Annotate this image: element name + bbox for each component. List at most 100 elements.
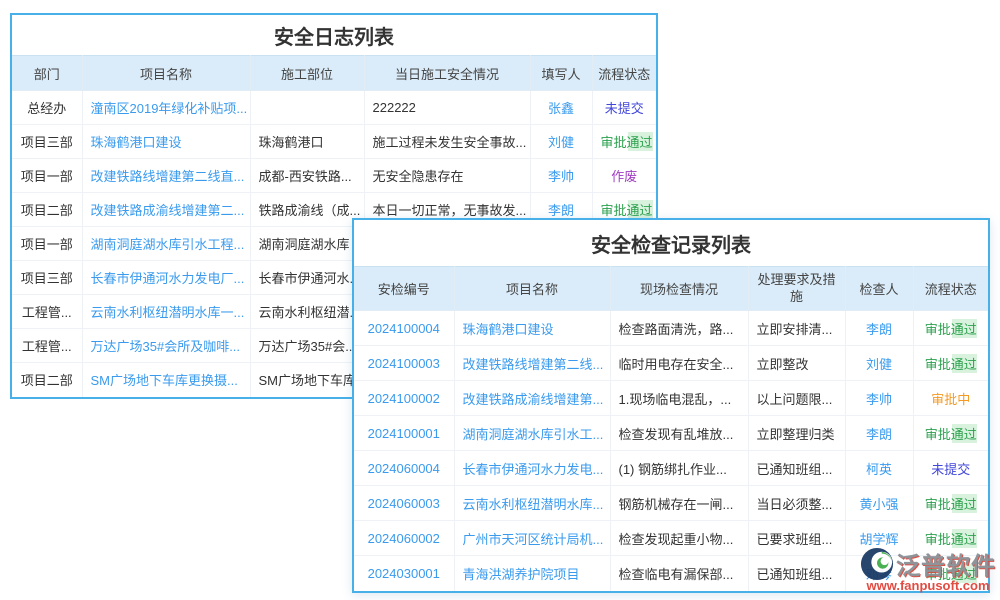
cell-inspection-no-link[interactable]: 2024100004	[368, 321, 440, 336]
cell-project-name-link[interactable]: 万达广场35#会所及咖啡...	[91, 339, 241, 354]
cell-required-action: 已通知班组...	[748, 556, 845, 591]
cell-construction-part: 成都-西安铁路...	[250, 159, 364, 193]
cell-project-name-link[interactable]: 长春市伊通河水力发电...	[463, 462, 604, 477]
cell-inspector-link[interactable]: 柯英	[866, 462, 892, 477]
cell-inspection-no: 2024100002	[354, 381, 454, 416]
cell-safety-situation: 222222	[364, 91, 530, 125]
col-header-dept: 部门	[12, 56, 82, 91]
cell-project-name: 云南水利枢纽潜明水库一...	[82, 295, 250, 329]
cell-inspector: 刘健	[845, 346, 913, 381]
cell-inspection-no-link[interactable]: 2024100002	[368, 391, 440, 406]
cell-flow-status-text: 审批中	[931, 389, 970, 408]
col-header-project: 项目名称	[454, 267, 610, 311]
cell-construction-part: 铁路成渝线（成...	[250, 193, 364, 227]
col-header-action: 处理要求及措施	[748, 267, 845, 311]
cell-flow-status-text: 审批通过	[925, 424, 977, 443]
cell-site-finding: 检查临电有漏保部...	[610, 556, 748, 591]
cell-project-name-link[interactable]: 青海洪湖养护院项目	[463, 567, 580, 582]
cell-project-name-link[interactable]: 改建铁路成渝线增建第二...	[91, 203, 245, 218]
cell-writer: 李帅	[530, 159, 592, 193]
cell-project-name-link[interactable]: 珠海鹤港口建设	[463, 322, 554, 337]
cell-flow-status-text: 审批通过	[925, 494, 977, 513]
cell-inspection-no-link[interactable]: 2024060004	[368, 461, 440, 476]
cell-writer-link[interactable]: 张鑫	[548, 101, 574, 116]
cell-project-name-link[interactable]: 长春市伊通河水力发电厂...	[91, 271, 245, 286]
cell-project-name: 改建铁路线增建第二线...	[454, 346, 610, 381]
cell-flow-status: 审批通过	[913, 311, 988, 346]
cell-safety-situation: 施工过程未发生安全事故...	[364, 125, 530, 159]
cell-inspection-no-link[interactable]: 2024060002	[368, 531, 440, 546]
log-table-row: 项目一部改建铁路线增建第二线直... 成都-西安铁路...无安全隐患存在 李帅 作废	[12, 159, 656, 193]
cell-inspection-no-link[interactable]: 2024060003	[368, 496, 440, 511]
cell-inspector-link[interactable]: 黄小强	[859, 497, 898, 512]
cell-project-name-link[interactable]: 珠海鹤港口建设	[91, 135, 182, 150]
cell-project-name-link[interactable]: 潼南区2019年绿化补贴项...	[91, 101, 248, 116]
cell-inspection-no-link[interactable]: 2024030001	[368, 566, 440, 581]
cell-inspector: 李帅	[845, 381, 913, 416]
cell-inspector: 李朗	[845, 311, 913, 346]
cell-inspection-no-link[interactable]: 2024100001	[368, 426, 440, 441]
cell-construction-part: SM广场地下车库	[250, 363, 364, 397]
cell-project-name: SM广场地下车库更换摄...	[82, 363, 250, 397]
cell-flow-status-text: 未提交	[605, 98, 644, 117]
cell-project-name: 珠海鹤港口建设	[454, 311, 610, 346]
cell-inspector-link[interactable]: 李帅	[866, 392, 892, 407]
cell-project-name-link[interactable]: 云南水利枢纽潜明水库...	[463, 497, 604, 512]
cell-project-name-link[interactable]: 湖南洞庭湖水库引水工程...	[91, 237, 245, 252]
cell-inspector: 黄小强	[845, 486, 913, 521]
cell-flow-status-text: 未提交	[931, 459, 970, 478]
cell-project-name-link[interactable]: 改建铁路成渝线增建第...	[463, 392, 604, 407]
cell-required-action: 已要求班组...	[748, 521, 845, 556]
cell-inspection-no: 2024060004	[354, 451, 454, 486]
cell-required-action: 立即整改	[748, 346, 845, 381]
vendor-url: www.fanpusoft.com	[860, 578, 996, 593]
cell-construction-part: 长春市伊通河水...	[250, 261, 364, 295]
cell-project-name: 湖南洞庭湖水库引水工...	[454, 416, 610, 451]
cell-project-name: 长春市伊通河水力发电厂...	[82, 261, 250, 295]
cell-project-name-link[interactable]: 广州市天河区统计局机...	[463, 532, 604, 547]
cell-inspection-no: 2024030001	[354, 556, 454, 591]
cell-flow-status: 作废	[592, 159, 656, 193]
cell-inspector-link[interactable]: 李朗	[866, 427, 892, 442]
cell-project-name-link[interactable]: 湖南洞庭湖水库引水工...	[463, 427, 604, 442]
cell-project-name: 万达广场35#会所及咖啡...	[82, 329, 250, 363]
cell-site-finding: 钢筋机械存在一闸...	[610, 486, 748, 521]
cell-flow-status-text: 审批通过	[925, 354, 977, 373]
cell-inspection-no: 2024100004	[354, 311, 454, 346]
fanpu-logo-icon	[860, 547, 894, 581]
table-header-row: 部门 项目名称 施工部位 当日施工安全情况 填写人 流程状态	[12, 56, 656, 91]
cell-inspection-no-link[interactable]: 2024100003	[368, 356, 440, 371]
cell-inspector: 柯英	[845, 451, 913, 486]
cell-writer: 张鑫	[530, 91, 592, 125]
cell-inspector-link[interactable]: 刘健	[866, 357, 892, 372]
inspection-table-row: 2024100001湖南洞庭湖水库引水工...检查发现有乱堆放...立即整理归类…	[354, 416, 988, 451]
cell-flow-status: 未提交	[592, 91, 656, 125]
cell-inspector-link[interactable]: 胡学辉	[859, 532, 898, 547]
cell-project-name-link[interactable]: SM广场地下车库更换摄...	[91, 373, 238, 388]
cell-project-name-link[interactable]: 改建铁路线增建第二线直...	[91, 169, 245, 184]
cell-inspection-no: 2024100001	[354, 416, 454, 451]
cell-project-name: 广州市天河区统计局机...	[454, 521, 610, 556]
cell-project-name-link[interactable]: 改建铁路线增建第二线...	[463, 357, 604, 372]
cell-inspection-no: 2024060003	[354, 486, 454, 521]
cell-flow-status-text: 审批通过	[925, 529, 977, 548]
cell-writer-link[interactable]: 李朗	[548, 203, 574, 218]
col-header-status: 流程状态	[913, 267, 988, 311]
cell-inspector-link[interactable]: 李朗	[866, 322, 892, 337]
cell-flow-status: 审批通过	[913, 346, 988, 381]
cell-project-name: 长春市伊通河水力发电...	[454, 451, 610, 486]
log-table-row: 总经办潼南区2019年绿化补贴项...222222张鑫未提交	[12, 91, 656, 125]
cell-writer-link[interactable]: 李帅	[548, 169, 574, 184]
vendor-watermark: 泛普软件 www.fanpusoft.com	[860, 546, 996, 593]
cell-project-name-link[interactable]: 云南水利枢纽潜明水库一...	[91, 305, 245, 320]
cell-site-finding: (1) 钢筋绑扎作业...	[610, 451, 748, 486]
cell-safety-situation: 无安全隐患存在	[364, 159, 530, 193]
cell-dept: 项目一部	[12, 159, 82, 193]
cell-writer-link[interactable]: 刘健	[548, 135, 574, 150]
cell-flow-status: 审批通过	[913, 416, 988, 451]
inspection-table-row: 2024100002改建铁路成渝线增建第...1.现场临电混乱，...以上问题限…	[354, 381, 988, 416]
cell-required-action: 已通知班组...	[748, 451, 845, 486]
col-header-finding: 现场检查情况	[610, 267, 748, 311]
cell-dept: 工程管...	[12, 329, 82, 363]
col-header-part: 施工部位	[250, 56, 364, 91]
